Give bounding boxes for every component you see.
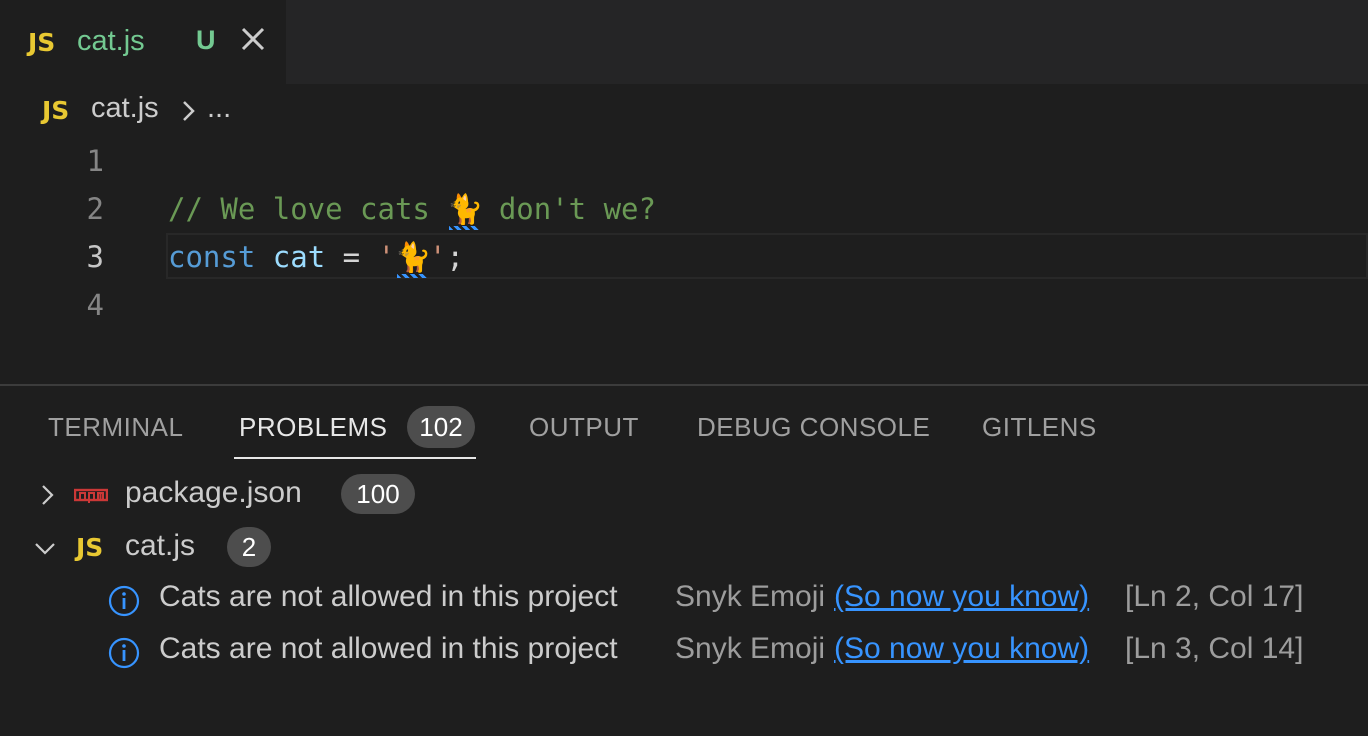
problem-group-name: cat.js [125,529,196,562]
problem-code-link-text[interactable]: (So now you know) [834,632,1089,665]
javascript-file-icon: JS [42,96,70,125]
line-number: 2 [86,192,104,226]
problem-code-link[interactable]: (So now you know) [834,632,1089,666]
breadcrumb-file[interactable]: cat.js [91,92,159,125]
javascript-file-icon: JS [76,533,104,562]
problem-source: Snyk Emoji [675,632,826,665]
problem-item[interactable]: Cats are not allowed in this project Sny… [0,627,1368,677]
problem-item[interactable]: Cats are not allowed in this project Sny… [0,575,1368,625]
active-tab-indicator [234,457,476,459]
line-number: 1 [86,144,104,178]
editor-tab-bar: JS cat.js U [0,0,1368,84]
code-variable: cat [272,240,326,274]
problem-group-count: 100 [341,474,415,514]
problem-code-link[interactable]: (So now you know) [834,580,1089,614]
code-string-quote: ' [377,240,396,274]
code-semicolon: ; [446,240,464,274]
tab-output[interactable]: OUTPUT [529,412,639,443]
tab-label: cat.js [77,25,145,57]
info-icon [108,637,140,669]
problem-message: Cats are not allowed in this project [159,632,618,665]
problem-location: [Ln 2, Col 17] [1125,580,1304,613]
tab-problems[interactable]: PROBLEMS [239,412,388,443]
problems-count-badge: 102 [407,406,475,448]
javascript-file-icon: JS [28,28,56,57]
code-comment: don't we? [481,192,656,226]
chevron-right-icon [183,101,195,121]
untracked-status-badge: U [196,25,216,55]
code-comment: // We love cats [168,192,448,226]
problem-location: [Ln 3, Col 14] [1125,632,1304,665]
problem-group-cat-js[interactable]: JS cat.js 2 [0,523,1368,573]
code-keyword: const [168,240,256,274]
npm-icon [74,488,108,503]
tab-debug-console[interactable]: DEBUG CONSOLE [697,412,930,443]
code-editor[interactable]: 1 2 3 4 // We love cats 🐈 don't we? cons… [0,138,1368,384]
breadcrumb: JS cat.js ... [0,84,1368,138]
cat-emoji-warning[interactable]: 🐈 [395,240,431,278]
chevron-right-icon[interactable] [36,484,58,506]
problem-group-name: package.json [125,476,302,509]
problem-source: Snyk Emoji [675,580,826,613]
problem-code-link-text[interactable]: (So now you know) [834,580,1089,613]
code-operator: = [342,240,361,274]
line-number: 4 [86,288,104,322]
tab-cat-js[interactable]: JS cat.js U [0,0,286,84]
tab-gitlens[interactable]: GITLENS [982,412,1097,443]
close-icon[interactable] [236,22,270,56]
info-icon [108,585,140,617]
problem-group-package-json[interactable]: package.json 100 [0,470,1368,520]
problem-group-count: 2 [227,527,271,567]
code-line-2[interactable]: // We love cats 🐈 don't we? [168,192,656,230]
tab-terminal[interactable]: TERMINAL [48,412,183,443]
line-number-active: 3 [86,240,104,274]
problem-message: Cats are not allowed in this project [159,580,618,613]
chevron-down-icon[interactable] [34,537,56,559]
breadcrumb-symbols[interactable]: ... [207,92,231,125]
code-line-3[interactable]: const cat = '🐈'; [168,240,464,278]
bottom-panel: TERMINAL PROBLEMS 102 OUTPUT DEBUG CONSO… [0,386,1368,736]
cat-emoji-warning[interactable]: 🐈 [447,192,483,230]
code-string-quote: ' [429,240,447,274]
